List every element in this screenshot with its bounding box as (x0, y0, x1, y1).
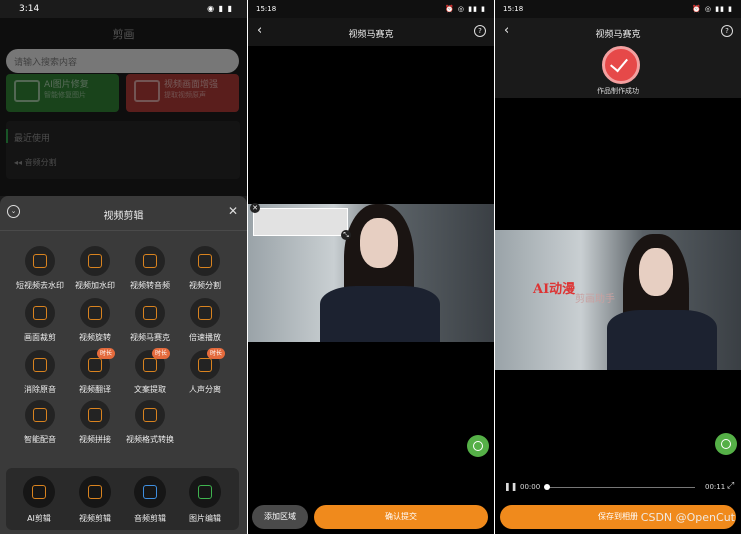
customer-service-icon[interactable] (715, 433, 737, 455)
success-label: 作品制作成功 (597, 87, 639, 95)
tool-icon (135, 400, 165, 430)
tool-icon (25, 400, 55, 430)
overlay-dim[interactable] (0, 18, 247, 196)
close-icon[interactable]: ✕ (250, 203, 260, 213)
tool-icon (135, 246, 165, 276)
tab-label: 视频剪辑 (79, 514, 111, 523)
tab-label: AI剪辑 (27, 514, 51, 523)
page-title: 视频马赛克 (348, 30, 394, 40)
subject-coat (320, 286, 440, 342)
duration-badge: 时长 (152, 348, 171, 359)
progress-thumb[interactable] (544, 484, 550, 490)
tab-audio-edit[interactable]: 音频剪辑 (123, 476, 179, 526)
tool-label: 视频分割 (189, 281, 221, 290)
tab-label: 音频剪辑 (134, 514, 166, 523)
tab-image-edit[interactable]: 图片编辑 (178, 476, 234, 526)
tool-vocal-split[interactable]: 时长人声分离 (175, 348, 235, 400)
resize-handle-icon[interactable]: ⤡ (341, 230, 351, 240)
tool-icon (25, 350, 55, 380)
pause-icon[interactable]: ❚❚ (504, 482, 517, 491)
time-end: 00:11 (705, 483, 726, 491)
status-time: 15:18 (503, 5, 524, 13)
robot-icon (23, 476, 55, 508)
panel-result: 15:18 ⏰ ◎ ▮▮ ▮ ‹ 视频马赛克 ? 作品制作成功 AI动漫 剪画助… (495, 0, 741, 534)
mosaic-region[interactable] (253, 208, 348, 236)
video-edit-sheet: ⌄ 视频剪辑 ✕ 短视频去水印 视频加水印 视频转音频 视频分割 画面裁剪 视频… (0, 196, 247, 534)
sheet-title: 视频剪辑 (103, 211, 144, 222)
subject-coat (607, 310, 717, 370)
bottom-tab-bar: AI剪辑 视频剪辑 音频剪辑 图片编辑 (6, 468, 239, 530)
customer-service-icon[interactable] (467, 435, 489, 457)
tool-icon (190, 246, 220, 276)
image-icon (189, 476, 221, 508)
panel-mosaic-edit: 15:18 ⏰ ◎ ▮▮ ▮ ‹ 视频马赛克 ? ✕ ⤡ 添加区域 确认提交 (248, 0, 494, 534)
tool-icon (25, 298, 55, 328)
tool-video-split[interactable]: 视频分割 (175, 246, 235, 296)
success-check-icon (602, 46, 640, 84)
progress-track[interactable] (545, 487, 695, 488)
video-preview[interactable]: AI动漫 剪画助手 (495, 230, 741, 370)
tool-icon (190, 298, 220, 328)
tool-label: 倍速播放 (189, 333, 221, 342)
status-bar: 15:18 ⏰ ◎ ▮▮ ▮ (495, 0, 741, 18)
duration-badge: 时长 (207, 348, 226, 359)
status-bar: 3:14 ◉ ▮ ▮ (0, 0, 247, 18)
status-icons: ⏰ ◎ ▮▮ ▮ (691, 5, 733, 13)
close-icon[interactable]: ✕ (228, 204, 238, 218)
overlay-ai-text: AI动漫 (533, 282, 576, 297)
tool-label: 视频格式转换 (126, 435, 174, 444)
tool-icon (80, 246, 110, 276)
tool-icon (135, 298, 165, 328)
nav-bar: ‹ 视频马赛克 ? (248, 18, 494, 46)
tool-icon (80, 298, 110, 328)
confirm-button[interactable]: 确认提交 (314, 505, 488, 529)
overlay-sub-text: 剪画助手 (575, 294, 615, 305)
status-bar: 15:18 ⏰ ◎ ▮▮ ▮ (248, 0, 494, 18)
tab-video-edit[interactable]: 视频剪辑 (68, 476, 124, 526)
tab-ai-edit[interactable]: AI剪辑 (12, 476, 68, 526)
tool-label: 人声分离 (189, 385, 221, 394)
player-controls: ❚❚ 00:00 00:11 ⤢ (495, 478, 741, 496)
subject-face (639, 248, 673, 296)
video-edit-icon (79, 476, 111, 508)
tool-speed[interactable]: 倍速播放 (175, 298, 235, 348)
time-start: 00:00 (520, 483, 541, 491)
tool-icon (25, 246, 55, 276)
sheet-header: ⌄ 视频剪辑 ✕ (0, 196, 247, 231)
help-icon[interactable]: ? (474, 25, 486, 37)
status-time: 15:18 (256, 5, 277, 13)
help-icon[interactable]: ? (721, 25, 733, 37)
duration-badge: 时长 (97, 348, 116, 359)
panel-toolbox: 3:14 ◉ ▮ ▮ 剪画 请输入搜索内容 AI图片修复 智能修复图片 视频画面… (0, 0, 247, 534)
status-icons: ◉ ▮ ▮ (207, 4, 233, 13)
music-icon (134, 476, 166, 508)
watermark: CSDN @OpenCut (640, 511, 735, 524)
add-area-button[interactable]: 添加区域 (252, 505, 308, 529)
tool-icon (80, 400, 110, 430)
tab-label: 图片编辑 (189, 514, 221, 523)
status-icons: ⏰ ◎ ▮▮ ▮ (444, 5, 486, 13)
page-title: 视频马赛克 (595, 30, 641, 40)
subject-face (360, 218, 398, 268)
status-time: 3:14 (19, 4, 40, 14)
tool-format-convert[interactable]: 视频格式转换 (120, 400, 180, 450)
fullscreen-icon[interactable]: ⤢ (727, 481, 734, 491)
